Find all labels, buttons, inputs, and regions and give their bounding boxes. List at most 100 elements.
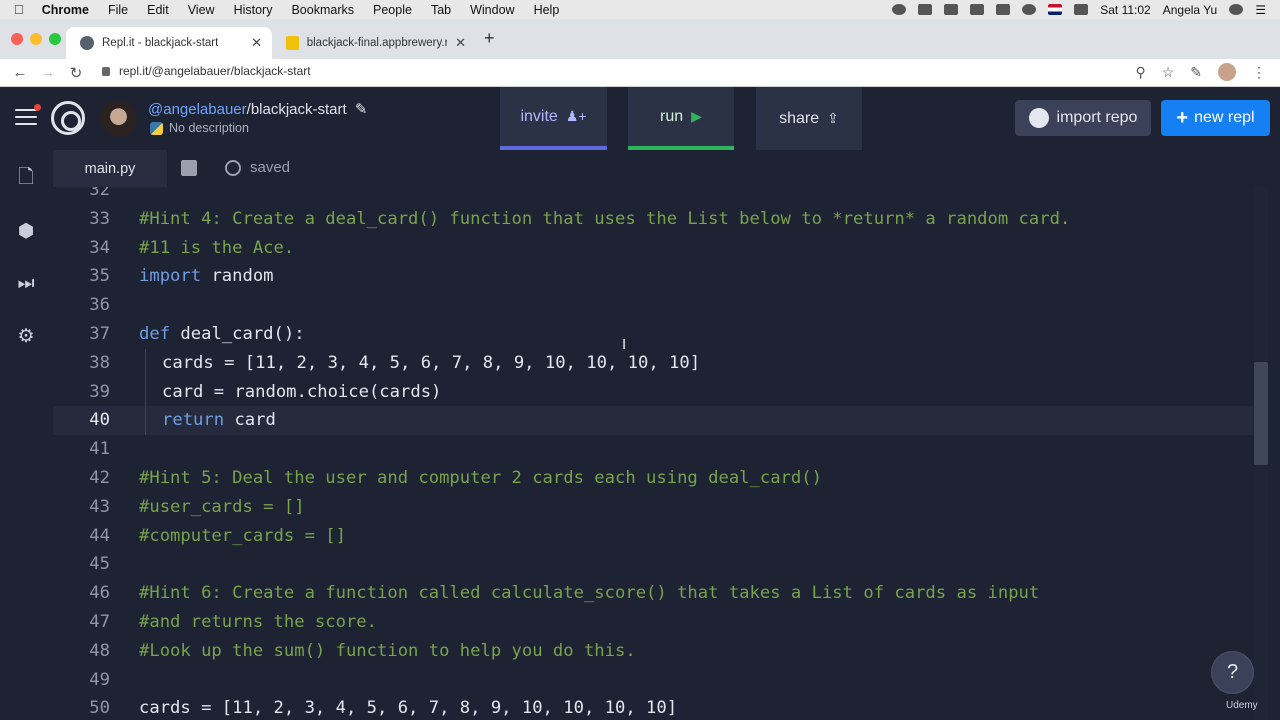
plus-icon: + bbox=[1176, 106, 1189, 129]
status-mail-icon[interactable] bbox=[970, 4, 985, 15]
battery-icon[interactable] bbox=[1074, 4, 1089, 15]
code-line[interactable]: 40 return card bbox=[53, 406, 1253, 436]
debugger-icon[interactable]: ⏭ bbox=[14, 272, 38, 296]
code-line[interactable]: 44 #computer_cards = [] bbox=[53, 522, 1253, 551]
profile-avatar[interactable] bbox=[1218, 63, 1236, 81]
menu-view[interactable]: View bbox=[188, 3, 215, 17]
repl-owner[interactable]: @angelabauer bbox=[148, 101, 247, 118]
window-minimize-icon[interactable] bbox=[30, 33, 42, 45]
tab-title: blackjack-final.appbrewery.rep bbox=[306, 37, 448, 49]
menu-edit[interactable]: Edit bbox=[147, 3, 169, 17]
tab-main-py[interactable]: main.py bbox=[53, 150, 167, 187]
menu-clock[interactable]: Sat 11:02 bbox=[1100, 3, 1150, 17]
menu-file[interactable]: File bbox=[108, 3, 128, 17]
window-close-icon[interactable] bbox=[11, 33, 23, 45]
status-cloud-icon[interactable] bbox=[944, 4, 959, 15]
line-number: 44 bbox=[89, 525, 110, 546]
menu-people[interactable]: People bbox=[373, 3, 412, 17]
avatar[interactable] bbox=[100, 100, 137, 137]
file-tree-icon[interactable] bbox=[181, 160, 197, 176]
code-line[interactable]: 50 cards = [11, 2, 3, 4, 5, 6, 7, 8, 9, 1… bbox=[53, 694, 1253, 720]
help-button[interactable]: ? bbox=[1211, 651, 1254, 694]
control-center-icon[interactable]: ☰ bbox=[1255, 3, 1266, 17]
siri-icon[interactable] bbox=[1229, 4, 1244, 15]
code-text: #and returns the score. bbox=[139, 612, 377, 632]
zoom-icon[interactable]: ⚲ bbox=[1135, 64, 1145, 81]
bookmark-star-icon[interactable]: ☆ bbox=[1162, 64, 1175, 81]
apple-icon[interactable]:  bbox=[14, 2, 24, 17]
edit-pencil-icon[interactable]: ✎ bbox=[355, 101, 368, 118]
back-icon[interactable]: ← bbox=[12, 64, 28, 81]
repl-name: blackjack-start bbox=[250, 101, 347, 118]
status-send-icon[interactable] bbox=[996, 4, 1011, 15]
reload-icon[interactable]: ↻ bbox=[68, 64, 84, 82]
editor-tabs: main.py saved bbox=[53, 150, 1280, 187]
new-tab-icon[interactable]: + bbox=[484, 28, 495, 49]
replit-logo[interactable] bbox=[51, 101, 85, 135]
invite-button[interactable]: invite ♟+ bbox=[500, 87, 607, 150]
line-number: 35 bbox=[89, 266, 110, 287]
code-line[interactable]: 41 bbox=[53, 435, 1253, 464]
tab-close-icon[interactable]: ✕ bbox=[243, 35, 262, 51]
browser-tab-blackjack-final[interactable]: blackjack-final.appbrewery.rep ✕ bbox=[272, 27, 476, 59]
code-line[interactable]: 47 #and returns the score. bbox=[53, 608, 1253, 637]
github-icon bbox=[1028, 108, 1049, 128]
chrome-menu-icon[interactable]: ⋮ bbox=[1252, 64, 1266, 81]
menu-tab[interactable]: Tab bbox=[431, 3, 451, 17]
history-clock-icon[interactable] bbox=[225, 159, 241, 176]
code-line[interactable]: 34 #11 is the Ace. bbox=[53, 234, 1253, 263]
import-repo-button[interactable]: import repo bbox=[1015, 100, 1151, 136]
code-line[interactable]: 38 cards = [11, 2, 3, 4, 5, 6, 7, 8, 9, 1… bbox=[53, 348, 1253, 378]
run-button[interactable]: run ▶ bbox=[628, 87, 734, 150]
code-line[interactable]: 45 bbox=[53, 550, 1253, 579]
play-icon: ▶ bbox=[691, 108, 702, 124]
share-button[interactable]: share ⇪ bbox=[756, 87, 862, 150]
browser-toolbar: ← → ↻ repl.it/@angelabauer/blackjack-sta… bbox=[0, 59, 1280, 87]
new-repl-button[interactable]: + new repl bbox=[1161, 100, 1270, 136]
line-number: 38 bbox=[89, 352, 110, 373]
keyword: def bbox=[139, 324, 171, 344]
settings-gear-icon[interactable]: ⚙ bbox=[14, 325, 38, 349]
window-zoom-icon[interactable] bbox=[49, 33, 61, 45]
menu-help[interactable]: Help bbox=[534, 3, 560, 17]
code-text: #11 is the Ace. bbox=[139, 237, 295, 258]
code-line[interactable]: 48 #Look up the sum() function to help yo… bbox=[53, 637, 1253, 666]
wifi-icon[interactable] bbox=[1022, 4, 1037, 15]
code-line[interactable]: 36 bbox=[53, 291, 1253, 320]
code-line[interactable]: 39 card = random.choice(cards) bbox=[53, 377, 1253, 407]
extension-icon[interactable]: ✎ bbox=[1190, 64, 1202, 81]
input-source-flag-icon[interactable] bbox=[1048, 4, 1063, 15]
macos-menubar:  Chrome File Edit View History Bookmark… bbox=[0, 0, 1280, 19]
code-text: #Look up the sum() function to help you … bbox=[139, 640, 636, 661]
menu-bookmarks[interactable]: Bookmarks bbox=[291, 3, 354, 17]
menu-user[interactable]: Angela Yu bbox=[1163, 3, 1218, 17]
forward-icon[interactable]: → bbox=[40, 64, 56, 81]
status-shield-icon[interactable] bbox=[892, 4, 907, 15]
repl-title[interactable]: @angelabauer/blackjack-start ✎ bbox=[148, 100, 367, 118]
code-line[interactable]: 33 #Hint 4: Create a deal_card() function… bbox=[53, 205, 1253, 234]
code-line[interactable]: 49 bbox=[53, 666, 1253, 695]
repl-description[interactable]: No description bbox=[150, 121, 249, 135]
menu-history[interactable]: History bbox=[234, 3, 273, 17]
editor-scroll-thumb[interactable] bbox=[1254, 362, 1268, 465]
line-number: 42 bbox=[89, 468, 110, 488]
code-line[interactable]: 46 #Hint 6: Create a function called calc… bbox=[53, 579, 1253, 608]
hamburger-menu-icon[interactable] bbox=[15, 104, 41, 126]
code-text: #user_cards = [] bbox=[139, 496, 305, 517]
files-icon[interactable]: 🗋 bbox=[14, 166, 38, 190]
tab-close-icon[interactable]: ✕ bbox=[447, 35, 466, 51]
code-line[interactable]: 37 def deal_card(): bbox=[53, 320, 1253, 349]
code-line[interactable]: 32 bbox=[53, 187, 1253, 205]
status-camera-icon[interactable] bbox=[918, 4, 933, 15]
address-bar[interactable]: repl.it/@angelabauer/blackjack-start bbox=[102, 64, 311, 78]
menu-app-name[interactable]: Chrome bbox=[42, 3, 89, 17]
code-line[interactable]: 35 import random bbox=[53, 262, 1253, 291]
new-repl-label: new repl bbox=[1194, 109, 1255, 126]
browser-tab-replit[interactable]: Repl.it - blackjack-start ✕ bbox=[66, 27, 272, 59]
code-editor[interactable]: 32 33 #Hint 4: Create a deal_card() functi… bbox=[53, 187, 1280, 720]
code-line[interactable]: 42 #Hint 5: Deal the user and computer 2 … bbox=[53, 464, 1253, 493]
packages-icon[interactable]: ⬢ bbox=[14, 220, 38, 244]
code-line[interactable]: 43 #user_cards = [] bbox=[53, 493, 1253, 522]
menu-window[interactable]: Window bbox=[470, 3, 514, 17]
indent-guide bbox=[145, 406, 146, 436]
